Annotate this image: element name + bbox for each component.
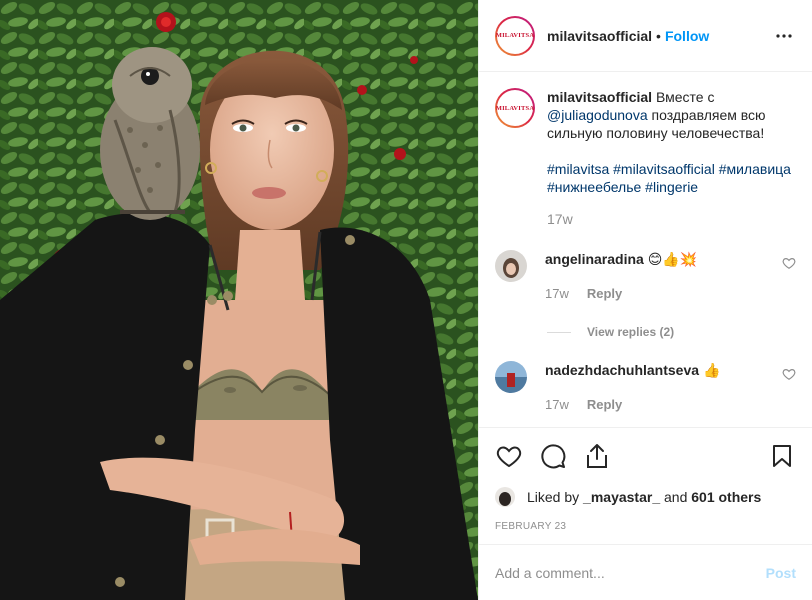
caption-hashtags[interactable]: #milavitsa #milavitsaofficial #милавица … <box>547 160 796 196</box>
follow-button[interactable]: Follow <box>665 28 709 44</box>
post-image <box>0 0 478 600</box>
post-sidebar: MILAVITSA milavitsaofficial • Follow MIL… <box>478 0 812 600</box>
caption-text-before: Вместе с <box>655 89 715 105</box>
view-replies-label: View replies (2) <box>587 325 675 339</box>
comment-meta: 17w Reply <box>545 285 796 303</box>
likes-count[interactable]: 601 others <box>691 489 761 505</box>
post-caption: MILAVITSA milavitsaofficial Вместе с @ju… <box>495 88 796 228</box>
profile-avatar[interactable]: MILAVITSA <box>495 15 535 56</box>
heart-icon[interactable] <box>495 442 523 470</box>
comment-username[interactable]: angelinaradina <box>545 251 644 267</box>
likes-and: and <box>664 489 688 505</box>
divider-line <box>547 331 571 333</box>
caption-mention-link[interactable]: @juliagodunova <box>547 107 648 123</box>
comment-icon[interactable] <box>539 442 567 470</box>
instagram-post: MILAVITSA milavitsaofficial • Follow MIL… <box>0 0 812 600</box>
bookmark-icon[interactable] <box>768 442 796 470</box>
brand-logo-text: MILAVITSA <box>495 104 535 112</box>
caption-avatar[interactable]: MILAVITSA <box>495 88 535 128</box>
comment-like-heart-icon[interactable] <box>782 256 796 270</box>
more-options-icon[interactable] <box>772 24 796 48</box>
separator-dot: • <box>656 27 661 44</box>
caption-text: milavitsaofficial Вместе с @juliagodunov… <box>547 88 796 228</box>
liker-avatar[interactable] <box>495 487 515 507</box>
liker-username[interactable]: _mayastar_ <box>583 489 660 505</box>
view-replies-button[interactable]: View replies (2) <box>547 325 796 339</box>
post-date[interactable]: FEBRUARY 23 <box>479 511 812 544</box>
comment-item: angelinaradina 😊👍💥 17w Reply <box>495 250 796 303</box>
comment-username[interactable]: nadezhdachuhlantseva <box>545 362 699 378</box>
comment-like-heart-icon[interactable] <box>782 367 796 381</box>
comment-text: 👍 <box>702 363 721 379</box>
action-bar <box>479 427 812 483</box>
comment-meta: 17w Reply <box>545 396 796 414</box>
post-photo[interactable] <box>0 0 478 600</box>
comment-age[interactable]: 17w <box>545 285 569 303</box>
comment-input[interactable] <box>495 564 766 581</box>
comments-section: MILAVITSA milavitsaofficial Вместе с @ju… <box>479 72 812 427</box>
brand-logo-text: MILAVITSA <box>495 32 535 39</box>
share-icon[interactable] <box>583 442 611 470</box>
likes-summary: Liked by _mayastar_ and 601 others <box>479 483 812 511</box>
caption-username[interactable]: milavitsaofficial <box>547 89 652 105</box>
reply-button[interactable]: Reply <box>587 285 622 303</box>
comment-body: angelinaradina 😊👍💥 17w Reply <box>545 250 796 303</box>
post-comment-button[interactable]: Post <box>766 565 796 581</box>
commenter-avatar[interactable] <box>495 250 527 282</box>
comment-body: nadezhdachuhlantseva 👍 17w Reply <box>545 361 796 414</box>
comment-age[interactable]: 17w <box>545 396 569 414</box>
caption-age[interactable]: 17w <box>547 210 796 228</box>
post-header: MILAVITSA milavitsaofficial • Follow <box>479 0 812 72</box>
commenter-avatar[interactable] <box>495 361 527 393</box>
reply-button[interactable]: Reply <box>587 396 622 414</box>
comment-item: nadezhdachuhlantseva 👍 17w Reply <box>495 361 796 414</box>
likes-prefix: Liked by <box>527 489 580 505</box>
brand-logo: MILAVITSA <box>495 17 535 54</box>
add-comment-bar: Post <box>479 544 812 600</box>
brand-logo: MILAVITSA <box>495 90 535 126</box>
header-username[interactable]: milavitsaofficial <box>547 28 652 44</box>
comment-text: 😊👍💥 <box>647 252 698 268</box>
